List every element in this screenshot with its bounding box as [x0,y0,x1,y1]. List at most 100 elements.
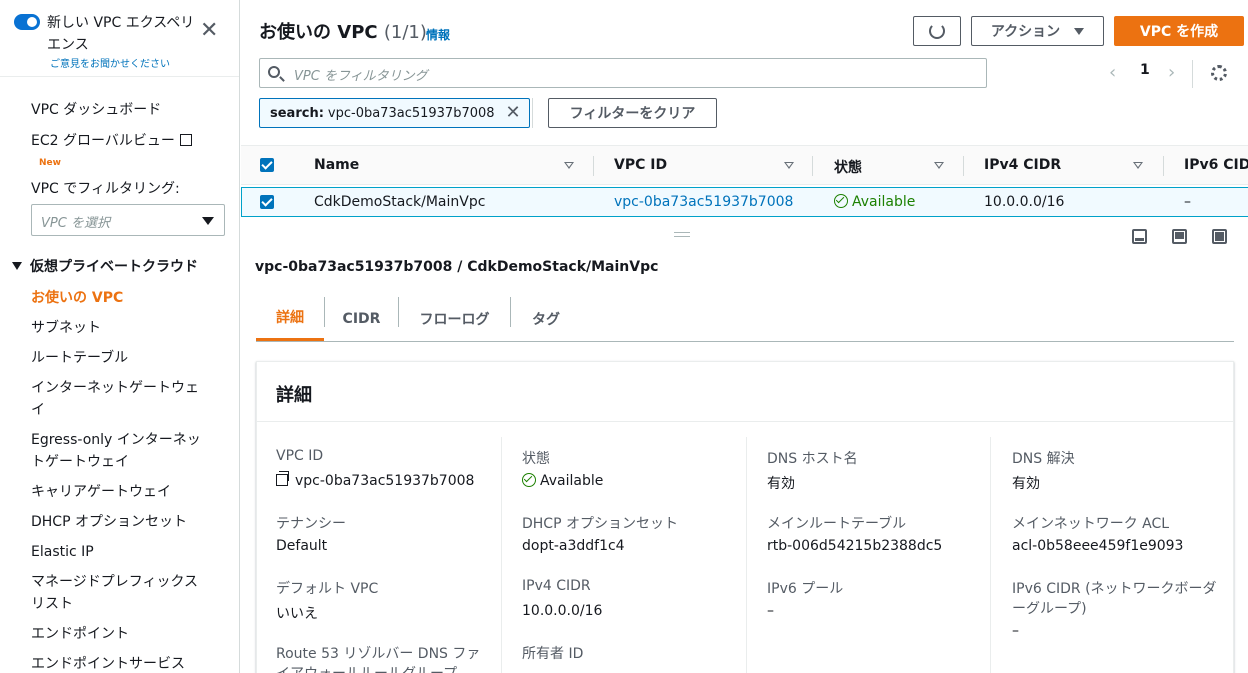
actions-button[interactable]: アクション [971,16,1104,46]
close-icon[interactable]: ✕ [200,20,218,42]
sidebar-item-dhcp-options[interactable]: DHCP オプションセット [31,511,187,533]
cell-vpc-id-link[interactable]: vpc-0ba73ac51937b7008 [614,194,793,210]
field-label-tenancy: テナンシー [276,516,346,532]
panel-bottom-icon[interactable] [1132,229,1147,244]
field-value-default-vpc: いいえ [276,606,318,622]
column-divider [1163,156,1164,176]
new-experience-toggle[interactable] [14,14,40,30]
filter-token-value: vpc-0ba73ac51937b7008 [327,105,495,121]
details-card-title: 詳細 [276,385,312,406]
field-label-dns-resolution: DNS 解決 [1012,451,1075,467]
field-value-ipv6-border-group: – [1012,623,1019,639]
column-header-ipv4-cidr[interactable]: IPv4 CIDR [984,157,1061,173]
tab-tags[interactable]: タグ [511,296,581,341]
dhcp-options-link[interactable]: dopt-a3ddf1c4 [522,538,625,554]
column-divider [990,437,991,673]
field-label-ipv4-cidr: IPv4 CIDR [522,578,591,594]
field-value-ipv6-pool: – [767,603,774,619]
pager-divider [1192,60,1193,88]
cell-name: CdkDemoStack/MainVpc [314,194,486,210]
tab-cidr[interactable]: CIDR [325,296,398,341]
clear-filters-button[interactable]: フィルターをクリア [548,98,717,128]
sort-icon[interactable] [784,162,794,169]
split-panel-drag-handle[interactable] [674,232,690,237]
field-value-ipv4-cidr: 10.0.0.0/16 [522,603,603,619]
external-link-icon [179,134,192,146]
main-route-table-link[interactable]: rtb-006d54215b2388dc5 [767,538,942,554]
status-ok-icon [834,194,848,208]
sidebar-item-managed-prefix-lists[interactable]: マネージドプレフィックスリスト [31,571,203,615]
sidebar-divider [0,76,239,77]
sidebar-item-elastic-ip[interactable]: Elastic IP [31,541,94,563]
column-divider [593,156,594,176]
filter-token: search: vpc-0ba73ac51937b7008 ✕ [259,98,530,128]
caret-down-icon [12,262,22,270]
sidebar-item-label: EC2 グローバルビュー [31,133,175,149]
table-row[interactable]: CdkDemoStack/MainVpc vpc-0ba73ac51937b70… [241,187,1248,217]
tab-details[interactable]: 詳細 [256,296,324,341]
sidebar: 新しい VPC エクスペリエンス ✕ ご意見をお聞かせください VPC ダッシュ… [0,0,240,673]
close-icon[interactable]: ✕ [505,102,520,123]
row-checkbox[interactable] [260,195,274,209]
info-link[interactable]: 情報 [426,26,450,43]
field-value-vpc-id: vpc-0ba73ac51937b7008 [276,471,475,489]
main-content: お使いの VPC (1/1) 情報 アクション VPC を作成 VPC をフィル… [241,0,1248,673]
page-title: お使いの VPC (1/1) [259,18,427,44]
sidebar-item-ec2-global-view[interactable]: EC2 グローバルビュー [31,130,192,152]
sidebar-section-vpc[interactable]: 仮想プライベートクラウド [12,256,198,278]
column-header-name[interactable]: Name [314,157,359,173]
sidebar-item-route-tables[interactable]: ルートテーブル [31,347,128,369]
sort-icon[interactable] [564,162,574,169]
field-label-main-network-acl: メインネットワーク ACL [1012,516,1170,532]
chevron-right-icon[interactable]: › [1168,64,1175,82]
sidebar-item-your-vpcs[interactable]: お使いの VPC [31,287,123,309]
vpc-filter-select[interactable]: VPC を選択 [31,204,225,236]
panel-full-icon[interactable] [1212,229,1227,244]
main-network-acl-link[interactable]: acl-0b58eee459f1e9093 [1012,538,1183,554]
details-card-header: 詳細 [257,362,1233,422]
caret-down-icon [1074,27,1085,35]
vpc-count: (1/1) [383,22,427,43]
vpc-id-text: vpc-0ba73ac51937b7008 [295,473,475,489]
gear-icon[interactable] [1211,65,1227,81]
select-all-checkbox[interactable] [260,158,274,172]
column-header-state[interactable]: 状態 [834,157,862,177]
caret-down-icon [202,217,214,225]
field-value-dns-hostnames: 有効 [767,476,795,492]
refresh-button[interactable] [913,16,961,46]
sidebar-item-carrier-gateways[interactable]: キャリアゲートウェイ [31,481,171,503]
field-value-dns-resolution: 有効 [1012,476,1040,492]
column-divider [501,437,502,673]
create-vpc-button[interactable]: VPC を作成 [1114,16,1244,46]
vpc-filter-input[interactable]: VPC をフィルタリング [259,58,987,88]
sidebar-item-vpc-dashboard[interactable]: VPC ダッシュボード [31,99,161,121]
sidebar-item-endpoints[interactable]: エンドポイント [31,623,129,645]
copy-icon[interactable] [276,471,289,486]
tab-flow-logs[interactable]: フローログ [399,296,510,341]
field-label-state: 状態 [522,451,550,467]
search-icon [268,66,280,78]
chevron-left-icon[interactable]: ‹ [1109,64,1116,82]
filter-divider [532,98,533,128]
sidebar-item-endpoint-services[interactable]: エンドポイントサービス [31,653,185,673]
field-label-ipv6-border-group: IPv6 CIDR (ネットワークボーダーグループ) [1012,581,1217,617]
page-number[interactable]: 1 [1140,62,1150,78]
column-header-vpc-id[interactable]: VPC ID [614,157,667,173]
field-label-default-vpc: デフォルト VPC [276,581,379,597]
vpc-filter-label: VPC でフィルタリング: [31,181,180,197]
field-label-vpc-id: VPC ID [276,448,324,464]
sidebar-item-egress-only-igw[interactable]: Egress-only インターネットゲートウェイ [31,429,211,473]
sort-icon[interactable] [1133,162,1143,169]
column-header-ipv6-cidr[interactable]: IPv6 CIDR [1184,157,1248,173]
sidebar-item-internet-gateways[interactable]: インターネットゲートウェイ [31,377,203,421]
column-divider [812,156,813,176]
feedback-link[interactable]: ご意見をお聞かせください [50,55,170,70]
sidebar-section-label: 仮想プライベートクラウド [30,259,198,275]
panel-half-icon[interactable] [1172,229,1187,244]
field-label-route53-firewall: Route 53 リゾルバー DNS ファイアウォールルールグループ [276,646,481,673]
sidebar-item-subnets[interactable]: サブネット [31,317,101,339]
new-experience-label: 新しい VPC エクスペリエンス [47,15,195,53]
sort-icon[interactable] [934,162,944,169]
vpc-filter-placeholder: VPC を選択 [41,216,110,231]
column-divider [746,437,747,673]
